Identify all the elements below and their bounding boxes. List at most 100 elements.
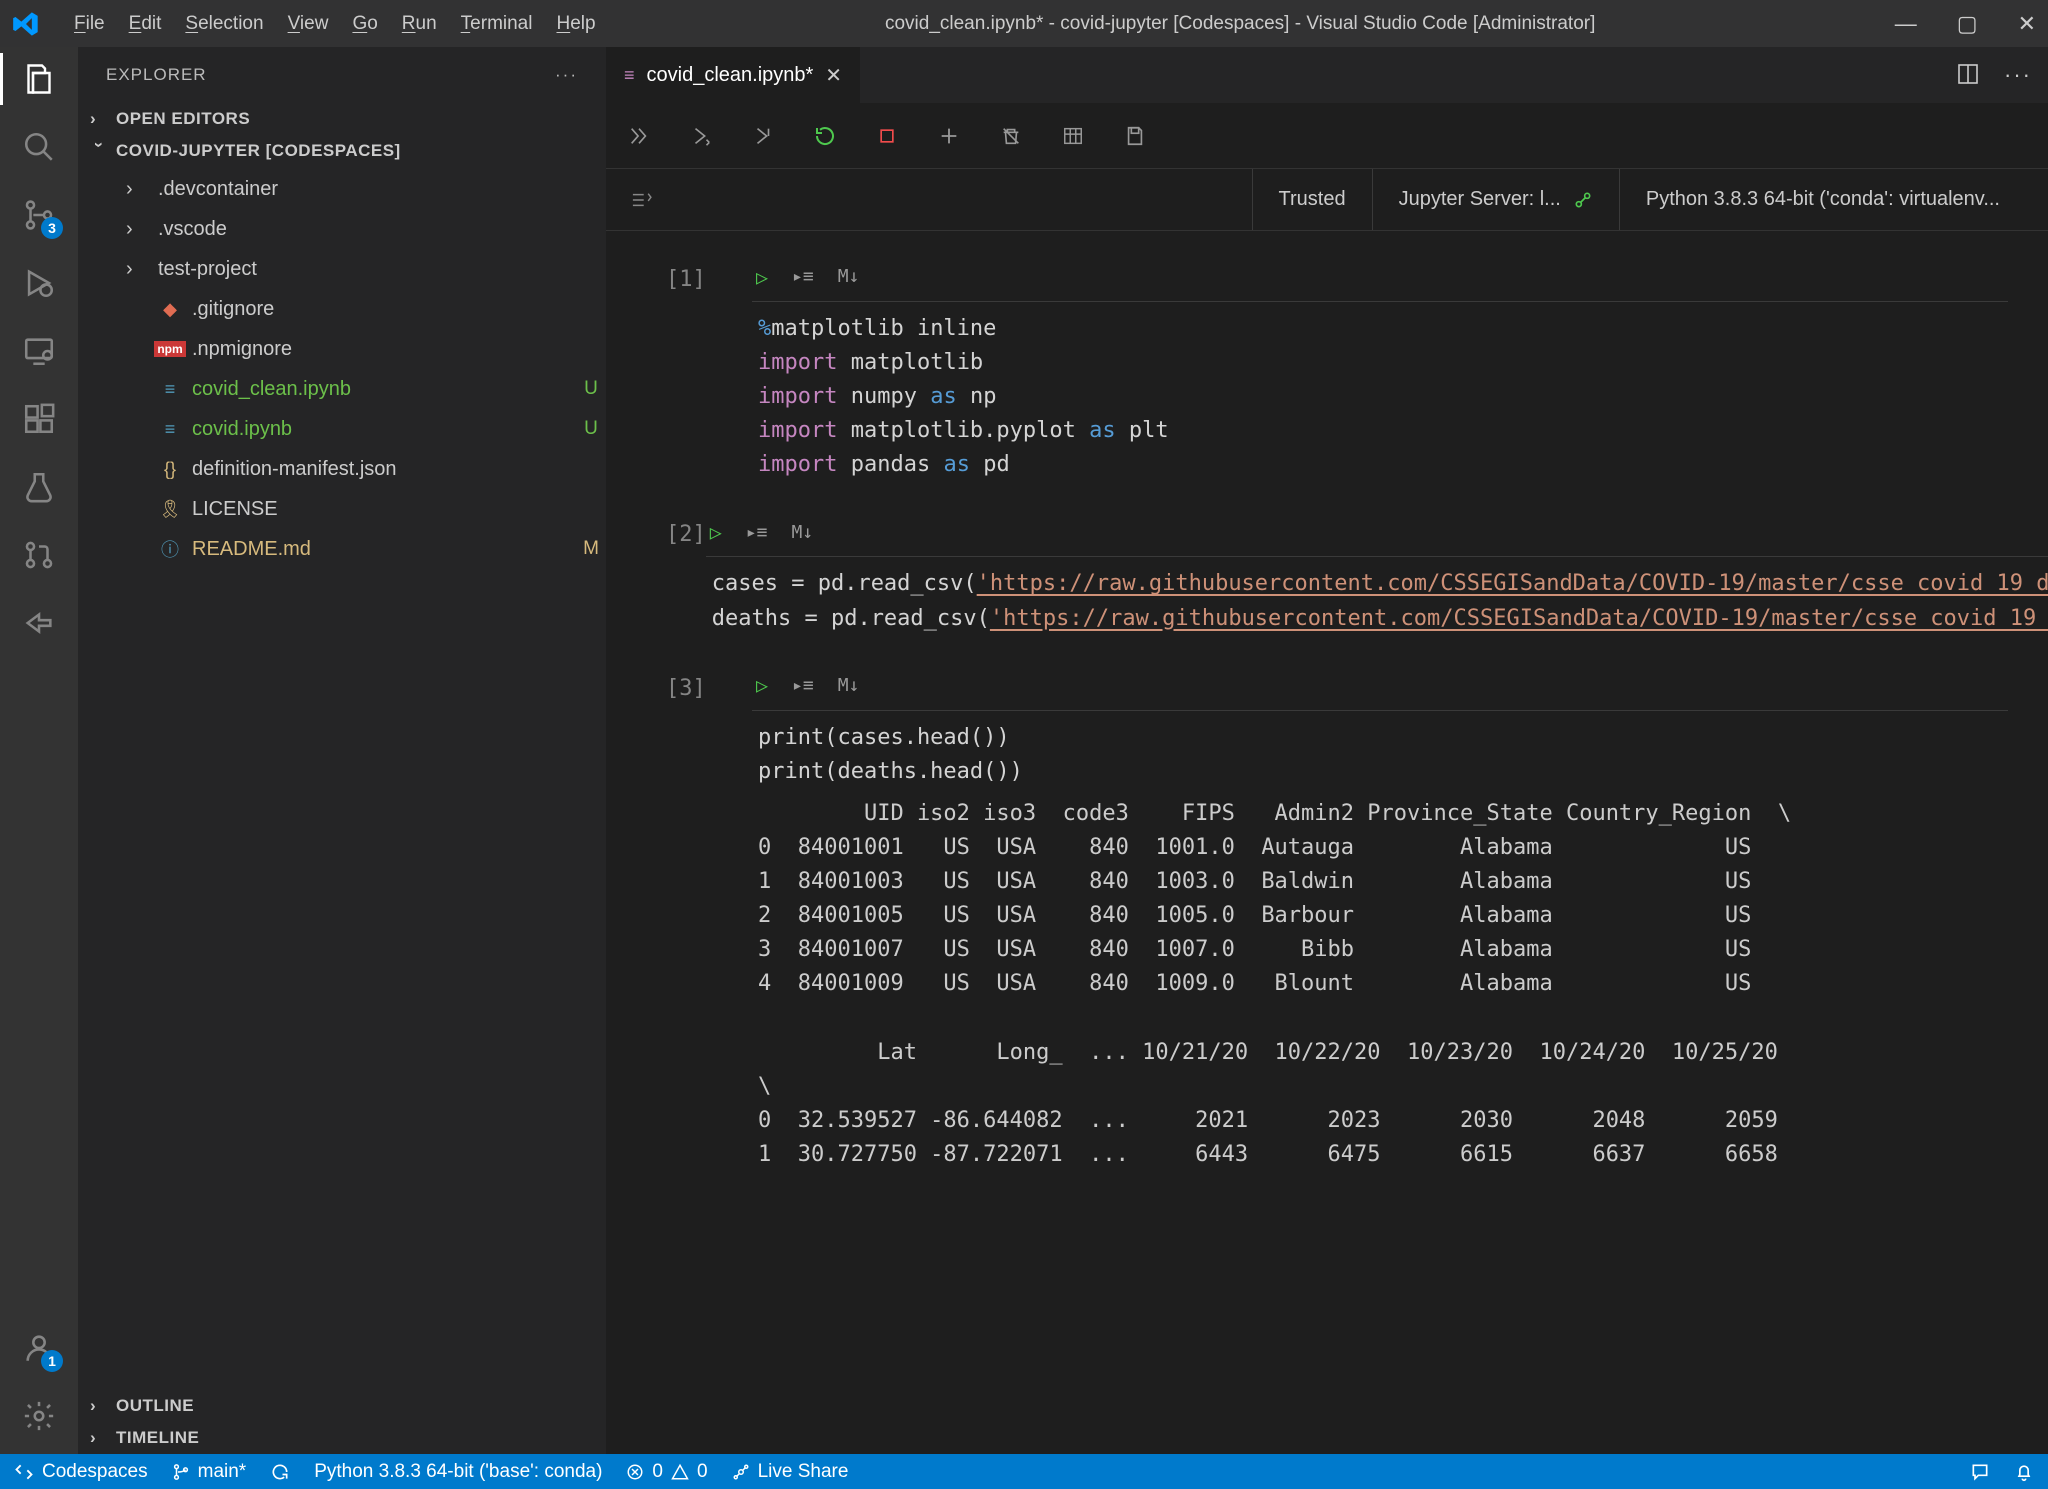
notifications-icon[interactable]	[2014, 1462, 2034, 1482]
settings-gear-icon[interactable]	[19, 1396, 59, 1436]
folder-row[interactable]: ›test-project	[78, 249, 606, 289]
notebook-cell[interactable]: [3]▷ ▸≡ M↓ print(cases.head()) print(deaths…	[666, 670, 2028, 1172]
vscode-logo-icon	[12, 10, 40, 38]
kernel-selector[interactable]: Python 3.8.3 64-bit ('conda': virtualenv…	[1619, 169, 2026, 230]
collapse-input-icon[interactable]	[606, 191, 652, 209]
file-row[interactable]: ◆.gitignore	[78, 289, 606, 329]
folder-row[interactable]: ›.devcontainer	[78, 169, 606, 209]
run-line-icon[interactable]: ▸≡	[792, 263, 814, 291]
run-line-icon[interactable]: ▸≡	[792, 672, 814, 700]
variables-icon[interactable]	[1060, 123, 1086, 149]
tab-bar: ≡ covid_clean.ipynb* ✕ ···	[606, 47, 2048, 103]
run-cell-icon[interactable]: ▷	[710, 517, 722, 548]
menu-run[interactable]: Run	[392, 9, 447, 39]
add-cell-icon[interactable]	[936, 123, 962, 149]
liveshare-icon[interactable]	[19, 603, 59, 643]
chevron-down-icon: ›	[89, 142, 109, 160]
notebook-editor[interactable]: [1]▷▸≡M↓%matplotlib inline import matplo…	[606, 231, 2048, 1454]
close-icon[interactable]: ✕	[2018, 11, 2036, 37]
file-icon: ≡	[158, 377, 182, 401]
markdown-icon[interactable]: M↓	[791, 519, 813, 547]
code-input[interactable]: cases = pd.read_csv('https://raw.githubu…	[706, 567, 2048, 635]
run-all-icon[interactable]	[626, 123, 652, 149]
chevron-right-icon: ›	[126, 218, 148, 241]
menu-edit[interactable]: Edit	[119, 9, 172, 39]
tab-close-icon[interactable]: ✕	[825, 63, 842, 88]
jupyter-server-status[interactable]: Jupyter Server: l...	[1372, 169, 1619, 230]
source-control-icon[interactable]: 3	[19, 195, 59, 235]
search-icon[interactable]	[19, 127, 59, 167]
chevron-right-icon: ›	[126, 258, 148, 281]
github-pr-icon[interactable]	[19, 535, 59, 575]
clear-outputs-icon[interactable]	[998, 123, 1024, 149]
remote-codespaces[interactable]: Codespaces	[14, 1461, 148, 1483]
file-icon: ≡	[158, 417, 182, 441]
feedback-icon[interactable]	[1970, 1462, 1990, 1482]
folder-row[interactable]: ›.vscode	[78, 209, 606, 249]
editor-area: ≡ covid_clean.ipynb* ✕ ···	[606, 47, 2048, 1454]
workspace-section[interactable]: › COVID-JUPYTER [CODESPACES]	[78, 135, 606, 167]
testing-icon[interactable]	[19, 467, 59, 507]
file-row[interactable]: {}definition-manifest.json	[78, 449, 606, 489]
live-share[interactable]: Live Share	[732, 1461, 849, 1483]
problems[interactable]: 0 0	[626, 1461, 707, 1483]
menu-help[interactable]: Help	[546, 9, 605, 39]
menu-file[interactable]: File	[64, 9, 115, 39]
git-branch[interactable]: main*	[172, 1461, 247, 1483]
title-bar: File Edit Selection View Go Run Terminal…	[0, 0, 2048, 47]
cell-exec-count: [2]	[666, 516, 706, 635]
restart-kernel-icon[interactable]	[812, 123, 838, 149]
split-editor-icon[interactable]	[1956, 62, 1980, 88]
file-icon: npm	[158, 337, 182, 361]
run-cell-icon[interactable]: ▷	[756, 262, 768, 293]
maximize-icon[interactable]: ▢	[1957, 11, 1978, 37]
sync-icon[interactable]	[270, 1462, 290, 1482]
open-editors-section[interactable]: › OPEN EDITORS	[78, 103, 606, 135]
accounts-icon[interactable]: 1	[19, 1328, 59, 1368]
git-status-badge: U	[576, 378, 606, 400]
file-row[interactable]: npm.npmignore	[78, 329, 606, 369]
run-line-icon[interactable]: ▸≡	[746, 519, 768, 547]
outline-section[interactable]: › OUTLINE	[78, 1390, 606, 1422]
accounts-badge: 1	[41, 1350, 63, 1372]
run-debug-icon[interactable]	[19, 263, 59, 303]
menu-terminal[interactable]: Terminal	[451, 9, 543, 39]
code-input[interactable]: print(cases.head()) print(deaths.head())	[752, 721, 2028, 789]
file-row[interactable]: ⓘREADME.mdM	[78, 529, 606, 569]
notebook-cell[interactable]: [2]▷▸≡M↓cases = pd.read_csv('https://raw…	[666, 516, 2028, 635]
chevron-right-icon: ›	[90, 1428, 108, 1448]
timeline-section[interactable]: › TIMELINE	[78, 1422, 606, 1454]
cell-exec-count: [1]	[666, 261, 752, 482]
menu-selection[interactable]: Selection	[175, 9, 273, 39]
chevron-right-icon: ›	[90, 109, 108, 129]
notebook-toolbar	[606, 103, 2048, 169]
trusted-status[interactable]: Trusted	[1252, 169, 1372, 230]
extensions-icon[interactable]	[19, 399, 59, 439]
server-connected-icon	[1573, 190, 1593, 210]
tab-covid-clean[interactable]: ≡ covid_clean.ipynb* ✕	[606, 47, 861, 103]
save-icon[interactable]	[1122, 123, 1148, 149]
run-below-icon[interactable]	[750, 123, 776, 149]
markdown-icon[interactable]: M↓	[838, 263, 860, 291]
markdown-icon[interactable]: M↓	[838, 672, 860, 700]
code-input[interactable]: %matplotlib inline import matplotlib imp…	[752, 312, 2028, 482]
run-cell-icon[interactable]: ▷	[756, 670, 768, 701]
file-row[interactable]: 🎗LICENSE	[78, 489, 606, 529]
remote-explorer-icon[interactable]	[19, 331, 59, 371]
notebook-cell[interactable]: [1]▷ ▸≡ M↓ %matplotlib inline import matplo…	[666, 261, 2028, 482]
run-above-icon[interactable]	[688, 123, 714, 149]
file-row[interactable]: ≡covid_clean.ipynbU	[78, 369, 606, 409]
python-env[interactable]: Python 3.8.3 64-bit ('base': conda)	[314, 1461, 602, 1483]
menu-view[interactable]: View	[278, 9, 339, 39]
menu-go[interactable]: Go	[342, 9, 387, 39]
file-row[interactable]: ≡covid.ipynbU	[78, 409, 606, 449]
explorer-sidebar: EXPLORER ··· › OPEN EDITORS › COVID-JUPY…	[78, 47, 606, 1454]
interrupt-kernel-icon[interactable]	[874, 123, 900, 149]
git-status-badge: U	[576, 418, 606, 440]
minimize-icon[interactable]: —	[1895, 11, 1917, 37]
menu-bar: File Edit Selection View Go Run Terminal…	[64, 9, 606, 39]
tab-more-icon[interactable]: ···	[2004, 62, 2032, 88]
sidebar-more-icon[interactable]: ···	[555, 65, 578, 85]
explorer-icon[interactable]	[19, 59, 59, 99]
cell-exec-count: [3]	[666, 670, 752, 1172]
